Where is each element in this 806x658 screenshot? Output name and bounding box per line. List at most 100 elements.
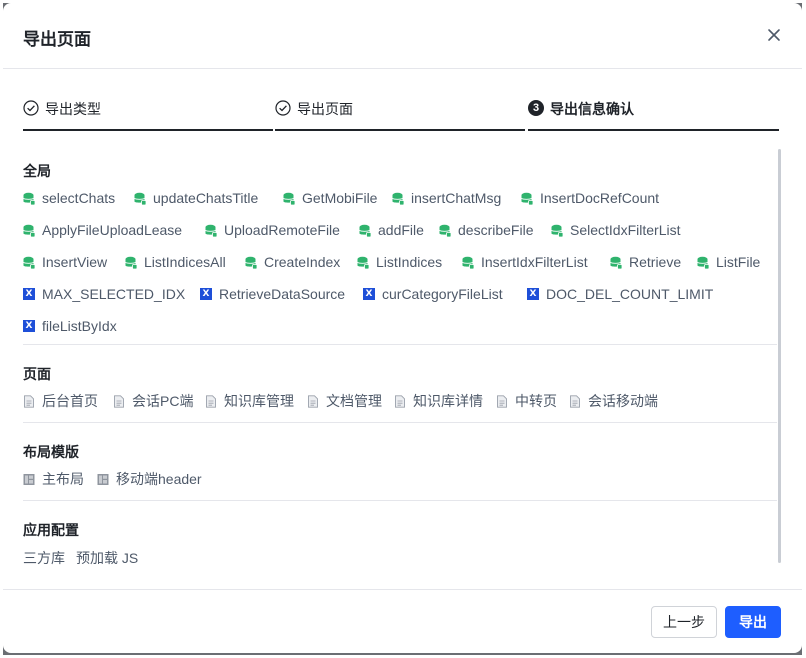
- database-icon: [462, 256, 474, 269]
- step-label: 导出页面: [297, 101, 353, 117]
- datasource-item: addFile: [359, 220, 424, 240]
- section-title: 布局模版: [23, 444, 79, 460]
- database-icon: [283, 192, 295, 205]
- item-label: CreateIndex: [264, 254, 341, 270]
- layout-icon: [97, 473, 109, 485]
- item-label: 知识库详情: [413, 393, 483, 409]
- export-steps: 导出类型 导出页面 3 导出信息确认: [23, 99, 779, 131]
- export-button[interactable]: 导出: [725, 606, 781, 638]
- item-label: insertChatMsg: [411, 190, 502, 206]
- database-icon: [245, 256, 257, 269]
- page-item: 会话PC端: [113, 391, 193, 411]
- previous-step-button[interactable]: 上一步: [651, 606, 717, 638]
- check-circle-icon: [275, 100, 291, 116]
- page-item: 中转页: [496, 391, 557, 411]
- item-label: 会话移动端: [588, 393, 658, 409]
- item-label: UploadRemoteFile: [224, 222, 340, 238]
- section-title: 页面: [23, 366, 51, 382]
- item-label: 移动端header: [116, 471, 202, 487]
- page-file-icon: [114, 394, 124, 408]
- item-label: updateChatsTitle: [153, 190, 259, 206]
- database-icon: [697, 256, 709, 269]
- page-file-icon: [395, 394, 405, 408]
- datasource-item: selectChats: [23, 188, 115, 208]
- item-label: InsertDocRefCount: [540, 190, 660, 206]
- step-label: 导出信息确认: [550, 101, 634, 117]
- page-item: 知识库管理: [205, 391, 294, 411]
- database-icon: [551, 224, 563, 237]
- app-config-item: 预加载 JS: [76, 550, 139, 566]
- item-label: InsertIdxFilterList: [481, 254, 588, 270]
- variable-item: X RetrieveDataSource: [200, 284, 345, 304]
- item-label: ListIndicesAll: [144, 254, 226, 270]
- item-label: 中转页: [515, 393, 557, 409]
- datasource-item: InsertView: [23, 252, 107, 272]
- datasource-item: ListIndices: [357, 252, 442, 272]
- variable-item: X DOC_DEL_COUNT_LIMIT: [527, 284, 713, 304]
- database-icon: [205, 224, 217, 237]
- page-item: 后台首页: [23, 391, 98, 411]
- database-icon: [521, 192, 533, 205]
- item-label: InsertView: [42, 254, 108, 270]
- variable-item: X MAX_SELECTED_IDX: [23, 284, 185, 304]
- item-label: 后台首页: [42, 393, 98, 409]
- page-file-icon: [206, 394, 216, 408]
- dialog-header: 导出页面: [3, 3, 802, 69]
- page-item: 文档管理: [307, 391, 382, 411]
- datasource-item: describeFile: [439, 220, 533, 240]
- close-button[interactable]: [764, 25, 784, 45]
- page-file-icon: [570, 394, 580, 408]
- datasource-item: ApplyFileUploadLease: [23, 220, 182, 240]
- item-label: MAX_SELECTED_IDX: [42, 286, 186, 302]
- variable-item: XfileListByIdx: [23, 316, 117, 336]
- database-icon: [359, 224, 371, 237]
- item-label: DOC_DEL_COUNT_LIMIT: [546, 286, 714, 302]
- section-layouts: 布局模版 主布局 移动端header: [23, 423, 777, 501]
- dialog-title: 导出页面: [23, 30, 91, 49]
- database-icon: [357, 256, 369, 269]
- check-circle-icon: [23, 100, 39, 116]
- page-item: 会话移动端: [569, 391, 658, 411]
- page-item: 知识库详情: [394, 391, 483, 411]
- item-label: describeFile: [458, 222, 534, 238]
- datasource-item: InsertDocRefCount: [521, 188, 659, 208]
- item-label: selectChats: [42, 190, 116, 206]
- content-scrollbar[interactable]: [778, 149, 781, 563]
- section-global: 全局 selectChats updateChatsTitle GetMobiFil…: [23, 149, 777, 339]
- backdrop-strip: [802, 0, 806, 658]
- variable-icon: X: [200, 288, 212, 300]
- datasource-item: GetMobiFile: [283, 188, 377, 208]
- item-label: 文档管理: [326, 393, 382, 409]
- datasource-item: insertChatMsg: [392, 188, 501, 208]
- step-export-confirm: 3 导出信息确认: [528, 99, 779, 131]
- datasource-item: UploadRemoteFile: [205, 220, 340, 240]
- item-label: 主布局: [42, 471, 84, 487]
- item-label: 会话PC端: [132, 393, 194, 409]
- variable-icon: X: [23, 320, 35, 332]
- step-number-badge: 3: [528, 100, 544, 116]
- datasource-item: ListIndicesAll: [125, 252, 226, 272]
- item-label: SelectIdxFilterList: [570, 222, 681, 238]
- section-title: 应用配置: [23, 522, 79, 538]
- variable-item: XcurCategoryFileList: [363, 284, 503, 304]
- close-icon: [768, 29, 780, 41]
- datasource-item: Retrieve: [610, 252, 681, 272]
- database-icon: [392, 192, 404, 205]
- item-label: fileListByIdx: [42, 318, 117, 334]
- variable-icon: X: [23, 288, 35, 300]
- export-page-dialog: 导出页面 导出类型 导出页面 3 导出信息确认 全局 selectChats u…: [3, 3, 802, 653]
- app-config-item: 三方库: [23, 550, 65, 566]
- item-label: GetMobiFile: [302, 190, 378, 206]
- item-label: ListFile: [716, 254, 761, 270]
- layout-item: 移动端header: [97, 469, 202, 489]
- section-app-config: 应用配置 三方库 预加载 JS: [23, 501, 777, 566]
- database-icon: [23, 192, 35, 205]
- database-icon: [23, 256, 35, 269]
- layout-item: 主布局: [23, 469, 84, 489]
- item-label: ApplyFileUploadLease: [42, 222, 183, 238]
- variable-icon: X: [363, 288, 375, 300]
- item-label: ListIndices: [376, 254, 443, 270]
- database-icon: [134, 192, 146, 205]
- item-label: 知识库管理: [224, 393, 294, 409]
- section-title: 全局: [23, 163, 51, 179]
